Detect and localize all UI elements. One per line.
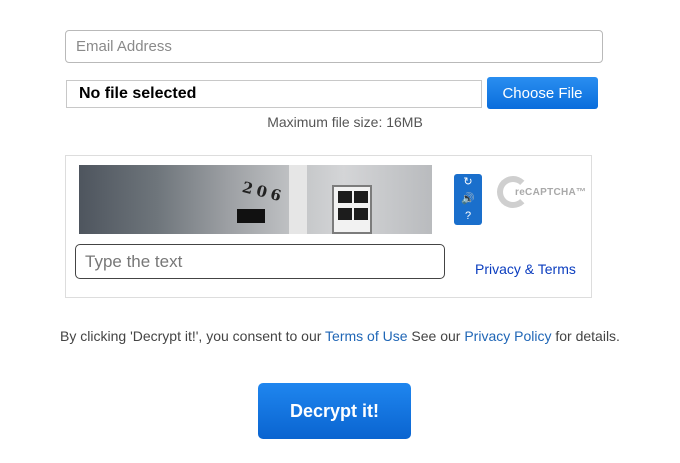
consent-text: By clicking 'Decrypt it!', you consent t… <box>0 328 680 344</box>
recaptcha-logo: reCAPTCHA™ <box>497 176 586 216</box>
captcha-widget: 206 ↻ 🔊 ? reCAPTCHA™ Privacy & Terms <box>65 155 592 298</box>
audio-icon[interactable]: 🔊 <box>454 191 482 208</box>
captcha-digits: 206 <box>240 178 287 206</box>
captcha-input[interactable] <box>75 244 445 279</box>
privacy-terms-link[interactable]: Privacy & Terms <box>475 261 576 277</box>
consent-suffix: for details. <box>551 328 620 344</box>
captcha-image: 206 <box>79 165 432 234</box>
consent-middle: See our <box>407 328 465 344</box>
email-field[interactable] <box>65 30 603 63</box>
choose-file-button[interactable]: Choose File <box>487 77 598 109</box>
consent-prefix: By clicking 'Decrypt it!', you consent t… <box>60 328 326 344</box>
privacy-policy-link[interactable]: Privacy Policy <box>464 328 551 344</box>
max-file-size-note: Maximum file size: 16MB <box>267 114 423 130</box>
decrypt-button[interactable]: Decrypt it! <box>258 383 411 439</box>
selected-file-display: No file selected <box>66 80 482 108</box>
reload-icon[interactable]: ↻ <box>454 174 482 191</box>
terms-of-use-link[interactable]: Terms of Use <box>325 328 407 344</box>
help-icon[interactable]: ? <box>454 208 482 225</box>
